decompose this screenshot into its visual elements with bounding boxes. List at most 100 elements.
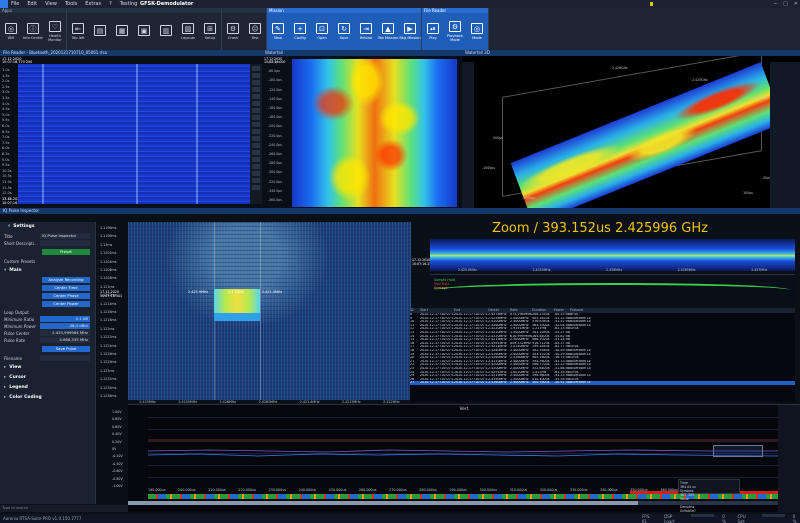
search-input[interactable]: Type to search <box>0 505 128 512</box>
maximize-icon[interactable]: □ <box>783 1 788 7</box>
ribbon-button[interactable]: ▨ Layouts <box>177 14 199 48</box>
waterfall-plot[interactable] <box>18 64 250 204</box>
marker-label: 2.425.9MHz <box>188 290 209 294</box>
ribbon-icon: ▨ <box>182 22 194 34</box>
file-reader-waterfall-panel[interactable]: 1.0s 1.5s 2.0s 2.5s 3.0s 3.5s 4.0s 4.5s 5.0s 5.5s… <box>0 56 262 208</box>
legend-section-header[interactable]: ▸ Legend <box>4 385 28 390</box>
axis-tick-label: 270.000us <box>389 488 407 492</box>
pulse-table[interactable]: ID Start End Center Rate Duration Power Protoco… <box>410 308 795 402</box>
close-icon[interactable]: ✕ <box>794 1 798 7</box>
window-controls: ─ □ ✕ <box>774 1 798 7</box>
marker-label: 2.421.4MHz <box>262 290 283 294</box>
table-row[interactable]: 27 2020-12-17T10:07:16.6012020-12-17T10:0… <box>410 381 795 385</box>
iq-spectrogram-plot[interactable]: 2.425.9MHz 2.4 1MHz 2.421.4MHz <box>128 222 411 400</box>
axis-tick-label: 1.1214ms <box>100 301 117 306</box>
table-cell: 2.4260MHz <box>488 381 507 385</box>
ribbon-button[interactable]: ◎ Wifi <box>0 14 22 48</box>
ribbon-icon: ↻ <box>338 22 350 34</box>
save-pulse-button[interactable]: Save Pulse <box>42 346 90 352</box>
ribbon-icon: + <box>294 22 306 34</box>
trace-scrollbar[interactable] <box>128 501 800 505</box>
minimize-icon[interactable]: ─ <box>774 1 777 7</box>
axis-tick-label: 7.5s <box>2 140 10 145</box>
color-coding-section-header[interactable]: ▸ Color Coding <box>4 395 42 400</box>
short-desc-field[interactable] <box>40 240 90 246</box>
ribbon-button[interactable]: ◎ Mode <box>466 14 488 48</box>
axis-tick-label: -1.00V <box>112 484 123 488</box>
menu-item[interactable]: Testing <box>120 1 138 7</box>
ribbon-button[interactable]: ▣ <box>133 14 155 48</box>
ribbon-button[interactable]: ☹ Test <box>244 14 266 48</box>
marker-line[interactable] <box>260 222 261 400</box>
ribbon-button[interactable]: ⇤ Tab left <box>67 14 89 48</box>
cpu-sat-value: 0 % <box>792 513 797 523</box>
ribbon-button[interactable]: ⊡ Open <box>311 14 333 48</box>
axis-tick-label: 2.426MHz <box>606 268 622 272</box>
waterfall-plot[interactable] <box>292 59 457 207</box>
signal-stripe <box>42 64 44 204</box>
cursor-section-header[interactable]: ▸ Cursor <box>4 375 26 380</box>
axis-tick-label: 1.1206ms <box>100 268 117 272</box>
ribbon-button[interactable]: ⚙ Playback Mode <box>444 14 466 48</box>
trace-plot[interactable]: Vert 190.000us 200.000us 210.000us 220.000u… <box>128 404 800 513</box>
ribbon-button[interactable]: ▲ Tab Mission <box>377 14 399 48</box>
ribbon-icon: ◎ <box>5 22 17 34</box>
axis-tick-label: 2.5s <box>2 84 10 89</box>
panel-header-iq-inspector[interactable]: IQ Pulse Inspector <box>0 208 800 214</box>
ribbon-button[interactable]: ▦ <box>111 14 133 48</box>
ribbon-button[interactable]: ▥ <box>155 14 177 48</box>
ribbon-group-title: Mission <box>267 8 421 13</box>
menu-item[interactable]: View <box>45 1 57 7</box>
menu-item[interactable]: File <box>11 1 19 7</box>
analyze-recording-button[interactable]: Analyze Recording <box>42 277 90 283</box>
ribbon-button[interactable]: ▤ <box>89 14 111 48</box>
menu-item[interactable]: ? <box>109 1 112 7</box>
center-phase-button[interactable]: Center Phase <box>42 293 90 299</box>
menu-item[interactable]: Extras <box>85 1 101 7</box>
menu-item[interactable]: Tools <box>65 1 77 7</box>
axis-tick-label: 11.5s <box>2 185 12 190</box>
ribbon-button[interactable]: ⊞ Setup <box>199 14 221 48</box>
ribbon-button[interactable]: ✎ New <box>267 14 289 48</box>
center-time-button[interactable]: Center Time <box>42 285 90 291</box>
min-ratio-field[interactable]: 0.1 dB <box>40 316 90 322</box>
zoom-spectrum[interactable]: Sample Hold Max Hold Average <box>430 274 795 304</box>
ribbon-icon: ♡ <box>49 20 61 32</box>
axis-tick-label: 7.0s <box>2 135 10 140</box>
ribbon-button[interactable]: ⓘ Info Center <box>22 14 44 48</box>
axis-tick-label: 5.0s <box>2 112 10 117</box>
ribbon-button[interactable]: ⏯ Play <box>422 14 444 48</box>
preset-button[interactable]: Preset <box>42 249 90 255</box>
waterfall-3d-panel[interactable]: 2.425GHz 2.421GHz 2.426GHz -1000ps -500ps -20… <box>462 56 800 208</box>
notification-icon[interactable] <box>650 2 653 6</box>
view-section-header[interactable]: ▸ View <box>4 365 21 370</box>
ribbon-button[interactable]: + Config <box>289 14 311 48</box>
pulse-center-field[interactable]: 2.425,999984 MHz <box>40 330 90 336</box>
ribbon-button-label: Wifi <box>7 35 15 40</box>
menu-item[interactable]: Edit <box>27 1 37 7</box>
pulse-rate-field[interactable]: 4.666,335 MHz <box>40 337 90 343</box>
waterfall-panel[interactable]: 17.12.2020 10:07:16.000 -58.4ps -80.0ps -1… <box>262 56 462 216</box>
app-logo-icon <box>0 0 8 8</box>
version-label: Aaronia RTSA-Suite PRO v1.0.150.7777 <box>3 516 82 521</box>
axis-tick-label: 280.000us <box>419 488 437 492</box>
ribbon-button-label: Save <box>339 35 349 40</box>
ribbon-button[interactable]: ♡ Health Monitor <box>44 14 66 48</box>
min-power-field[interactable]: -38.4 dBm <box>40 323 90 329</box>
table-cell: Bluetooth LE <box>570 381 591 385</box>
filename-field[interactable] <box>40 355 90 361</box>
zoom-waterfall[interactable] <box>430 239 795 271</box>
panel-scrollbar[interactable] <box>250 64 262 204</box>
main-section-header[interactable]: ▾ Main <box>4 268 22 273</box>
title-field[interactable]: IQ Pulse Inspector <box>40 233 90 239</box>
ribbon-button[interactable]: ⇥ Reload <box>355 14 377 48</box>
ribbon-button[interactable]: ▶ Bkg Mission <box>399 14 421 48</box>
center-power-button[interactable]: Center Power <box>42 301 90 307</box>
ribbon-button[interactable]: ⚙ Crash <box>222 14 244 48</box>
selection-box[interactable] <box>713 445 763 457</box>
table-cell: 27 <box>410 381 415 385</box>
ribbon-button[interactable]: ↻ Save <box>333 14 355 48</box>
axis-tick-label: 0.20V <box>112 439 122 444</box>
axis-tick-label: 310.000us <box>509 488 528 492</box>
ribbon-icon: ⚙ <box>227 22 239 34</box>
